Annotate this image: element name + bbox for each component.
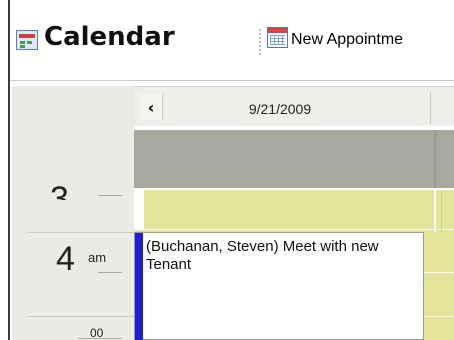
hour-divider [28,232,134,233]
hour-label: 3 [50,182,69,200]
date-label: 9/21/2009 [248,101,312,117]
toolbar-grip [258,28,262,56]
grid-line [424,272,454,273]
grid-line [134,229,454,230]
window-left-border [0,0,10,340]
hour-label: 4 [56,240,75,278]
new-appointment-icon[interactable] [267,27,288,48]
column-divider [434,130,436,188]
column-divider [430,92,431,124]
hour-tick [98,272,122,273]
appointment-text[interactable]: (Buchanan, Steven) Meet with new Tenant [146,238,418,274]
previous-day-button[interactable]: ‹ [140,94,163,120]
header-divider [10,80,454,81]
hour-tick [78,338,122,339]
page-title: Calendar [44,22,175,52]
grid-cell[interactable] [424,232,454,340]
busy-status-bar [135,233,143,340]
hour-tick [98,195,122,196]
ampm-label: am [88,250,107,265]
hour-divider [28,316,134,317]
new-appointment-button[interactable]: New Appointme [291,31,403,49]
time-gutter [12,86,134,340]
grid-line [424,316,454,317]
calendar-icon [16,30,38,50]
chevron-left-icon: ‹ [147,97,155,117]
grid-cell [134,190,144,230]
all-day-area[interactable] [134,130,454,188]
